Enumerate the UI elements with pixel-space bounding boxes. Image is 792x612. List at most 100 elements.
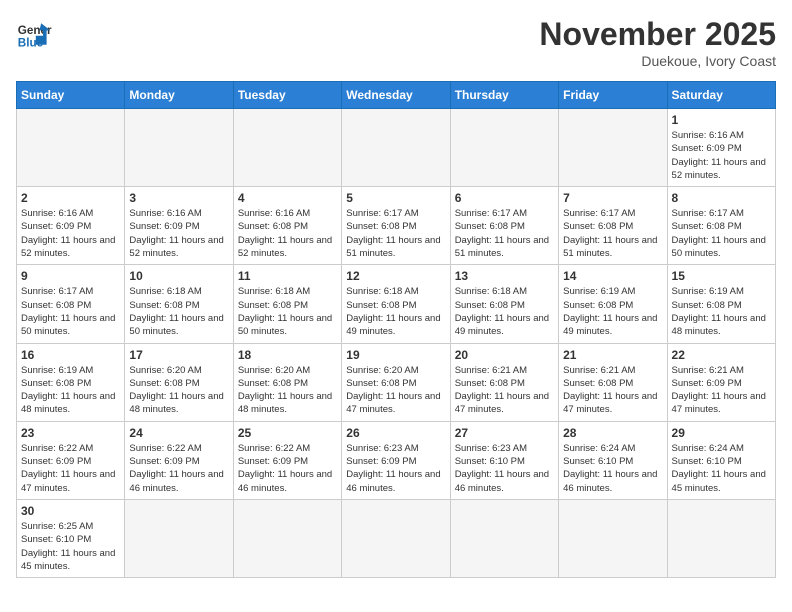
day-info: Sunrise: 6:22 AM Sunset: 6:09 PM Dayligh…: [21, 442, 120, 495]
calendar-cell: 26 Sunrise: 6:23 AM Sunset: 6:09 PM Dayli…: [342, 421, 450, 499]
calendar-cell: 3 Sunrise: 6:16 AM Sunset: 6:09 PM Daylig…: [125, 187, 233, 265]
day-info: Sunrise: 6:17 AM Sunset: 6:08 PM Dayligh…: [563, 207, 662, 260]
day-number: 20: [455, 348, 554, 362]
day-number: 5: [346, 191, 445, 205]
day-info: Sunrise: 6:19 AM Sunset: 6:08 PM Dayligh…: [672, 285, 771, 338]
day-info: Sunrise: 6:23 AM Sunset: 6:09 PM Dayligh…: [346, 442, 445, 495]
day-info: Sunrise: 6:19 AM Sunset: 6:08 PM Dayligh…: [563, 285, 662, 338]
day-number: 18: [238, 348, 337, 362]
day-info: Sunrise: 6:18 AM Sunset: 6:08 PM Dayligh…: [455, 285, 554, 338]
calendar-cell: [342, 499, 450, 577]
calendar-cell: 19 Sunrise: 6:20 AM Sunset: 6:08 PM Dayli…: [342, 343, 450, 421]
page-header: General Blue November 2025 Duekoue, Ivor…: [16, 16, 776, 69]
calendar-cell: 10 Sunrise: 6:18 AM Sunset: 6:08 PM Dayli…: [125, 265, 233, 343]
calendar-cell: 11Sunrise: 6:18 AM Sunset: 6:08 PM Dayli…: [233, 265, 341, 343]
day-header-friday: Friday: [559, 82, 667, 109]
calendar-cell: 1 Sunrise: 6:16 AM Sunset: 6:09 PM Daylig…: [667, 109, 775, 187]
calendar-week-row: 16 Sunrise: 6:19 AM Sunset: 6:08 PM Dayli…: [17, 343, 776, 421]
day-number: 1: [672, 113, 771, 127]
calendar-cell: 18 Sunrise: 6:20 AM Sunset: 6:08 PM Dayli…: [233, 343, 341, 421]
calendar-cell: [125, 109, 233, 187]
calendar-cell: [450, 109, 558, 187]
day-info: Sunrise: 6:16 AM Sunset: 6:08 PM Dayligh…: [238, 207, 337, 260]
day-info: Sunrise: 6:22 AM Sunset: 6:09 PM Dayligh…: [238, 442, 337, 495]
day-info: Sunrise: 6:20 AM Sunset: 6:08 PM Dayligh…: [346, 364, 445, 417]
calendar-cell: [667, 499, 775, 577]
day-header-monday: Monday: [125, 82, 233, 109]
day-number: 26: [346, 426, 445, 440]
day-info: Sunrise: 6:16 AM Sunset: 6:09 PM Dayligh…: [672, 129, 771, 182]
day-info: Sunrise: 6:21 AM Sunset: 6:08 PM Dayligh…: [563, 364, 662, 417]
day-info: Sunrise: 6:20 AM Sunset: 6:08 PM Dayligh…: [129, 364, 228, 417]
calendar-week-row: 9 Sunrise: 6:17 AM Sunset: 6:08 PM Daylig…: [17, 265, 776, 343]
day-number: 15: [672, 269, 771, 283]
day-number: 4: [238, 191, 337, 205]
day-number: 7: [563, 191, 662, 205]
calendar-cell: 17 Sunrise: 6:20 AM Sunset: 6:08 PM Dayli…: [125, 343, 233, 421]
day-info: Sunrise: 6:17 AM Sunset: 6:08 PM Dayligh…: [21, 285, 120, 338]
month-title: November 2025: [539, 16, 776, 53]
day-info: Sunrise: 6:18 AM Sunset: 6:08 PM Dayligh…: [346, 285, 445, 338]
day-number: 10: [129, 269, 228, 283]
calendar-cell: 25 Sunrise: 6:22 AM Sunset: 6:09 PM Dayli…: [233, 421, 341, 499]
calendar-cell: 6 Sunrise: 6:17 AM Sunset: 6:08 PM Daylig…: [450, 187, 558, 265]
svg-text:General: General: [18, 24, 52, 37]
day-number: 6: [455, 191, 554, 205]
day-number: 3: [129, 191, 228, 205]
calendar-cell: 13 Sunrise: 6:18 AM Sunset: 6:08 PM Dayli…: [450, 265, 558, 343]
calendar-cell: 27 Sunrise: 6:23 AM Sunset: 6:10 PM Dayli…: [450, 421, 558, 499]
day-number: 28: [563, 426, 662, 440]
calendar-cell: 22 Sunrise: 6:21 AM Sunset: 6:09 PM Dayli…: [667, 343, 775, 421]
day-info: Sunrise: 6:20 AM Sunset: 6:08 PM Dayligh…: [238, 364, 337, 417]
calendar-table: SundayMondayTuesdayWednesdayThursdayFrid…: [16, 81, 776, 578]
day-number: 29: [672, 426, 771, 440]
calendar-cell: 21 Sunrise: 6:21 AM Sunset: 6:08 PM Dayli…: [559, 343, 667, 421]
day-number: 19: [346, 348, 445, 362]
day-header-wednesday: Wednesday: [342, 82, 450, 109]
day-number: 16: [21, 348, 120, 362]
day-number: 13: [455, 269, 554, 283]
calendar-cell: 2Sunrise: 6:16 AM Sunset: 6:09 PM Daylig…: [17, 187, 125, 265]
calendar-cell: 7 Sunrise: 6:17 AM Sunset: 6:08 PM Daylig…: [559, 187, 667, 265]
day-info: Sunrise: 6:23 AM Sunset: 6:10 PM Dayligh…: [455, 442, 554, 495]
calendar-cell: [17, 109, 125, 187]
day-info: Sunrise: 6:18 AM Sunset: 6:08 PM Dayligh…: [129, 285, 228, 338]
calendar-cell: 16 Sunrise: 6:19 AM Sunset: 6:08 PM Dayli…: [17, 343, 125, 421]
day-number: 30: [21, 504, 120, 518]
calendar-cell: [342, 109, 450, 187]
calendar-cell: [125, 499, 233, 577]
day-info: Sunrise: 6:17 AM Sunset: 6:08 PM Dayligh…: [672, 207, 771, 260]
calendar-cell: [450, 499, 558, 577]
day-info: Sunrise: 6:16 AM Sunset: 6:09 PM Dayligh…: [129, 207, 228, 260]
day-info: Sunrise: 6:18 AM Sunset: 6:08 PM Dayligh…: [238, 285, 337, 338]
day-info: Sunrise: 6:17 AM Sunset: 6:08 PM Dayligh…: [455, 207, 554, 260]
day-header-saturday: Saturday: [667, 82, 775, 109]
logo-icon: General Blue: [16, 16, 52, 52]
day-number: 21: [563, 348, 662, 362]
day-number: 25: [238, 426, 337, 440]
day-number: 8: [672, 191, 771, 205]
day-number: 27: [455, 426, 554, 440]
day-info: Sunrise: 6:21 AM Sunset: 6:09 PM Dayligh…: [672, 364, 771, 417]
calendar-header-row: SundayMondayTuesdayWednesdayThursdayFrid…: [17, 82, 776, 109]
day-info: Sunrise: 6:19 AM Sunset: 6:08 PM Dayligh…: [21, 364, 120, 417]
calendar-cell: 12 Sunrise: 6:18 AM Sunset: 6:08 PM Dayli…: [342, 265, 450, 343]
day-info: Sunrise: 6:21 AM Sunset: 6:08 PM Dayligh…: [455, 364, 554, 417]
day-info: Sunrise: 6:17 AM Sunset: 6:08 PM Dayligh…: [346, 207, 445, 260]
calendar-cell: 5 Sunrise: 6:17 AM Sunset: 6:08 PM Daylig…: [342, 187, 450, 265]
day-number: 17: [129, 348, 228, 362]
calendar-cell: 15 Sunrise: 6:19 AM Sunset: 6:08 PM Dayli…: [667, 265, 775, 343]
day-info: Sunrise: 6:24 AM Sunset: 6:10 PM Dayligh…: [563, 442, 662, 495]
calendar-cell: [559, 499, 667, 577]
calendar-week-row: 23 Sunrise: 6:22 AM Sunset: 6:09 PM Dayli…: [17, 421, 776, 499]
day-number: 12: [346, 269, 445, 283]
calendar-cell: [233, 499, 341, 577]
day-number: 9: [21, 269, 120, 283]
day-number: 23: [21, 426, 120, 440]
day-header-tuesday: Tuesday: [233, 82, 341, 109]
day-number: 22: [672, 348, 771, 362]
calendar-week-row: 1 Sunrise: 6:16 AM Sunset: 6:09 PM Daylig…: [17, 109, 776, 187]
location: Duekoue, Ivory Coast: [539, 53, 776, 69]
day-header-sunday: Sunday: [17, 82, 125, 109]
day-header-thursday: Thursday: [450, 82, 558, 109]
